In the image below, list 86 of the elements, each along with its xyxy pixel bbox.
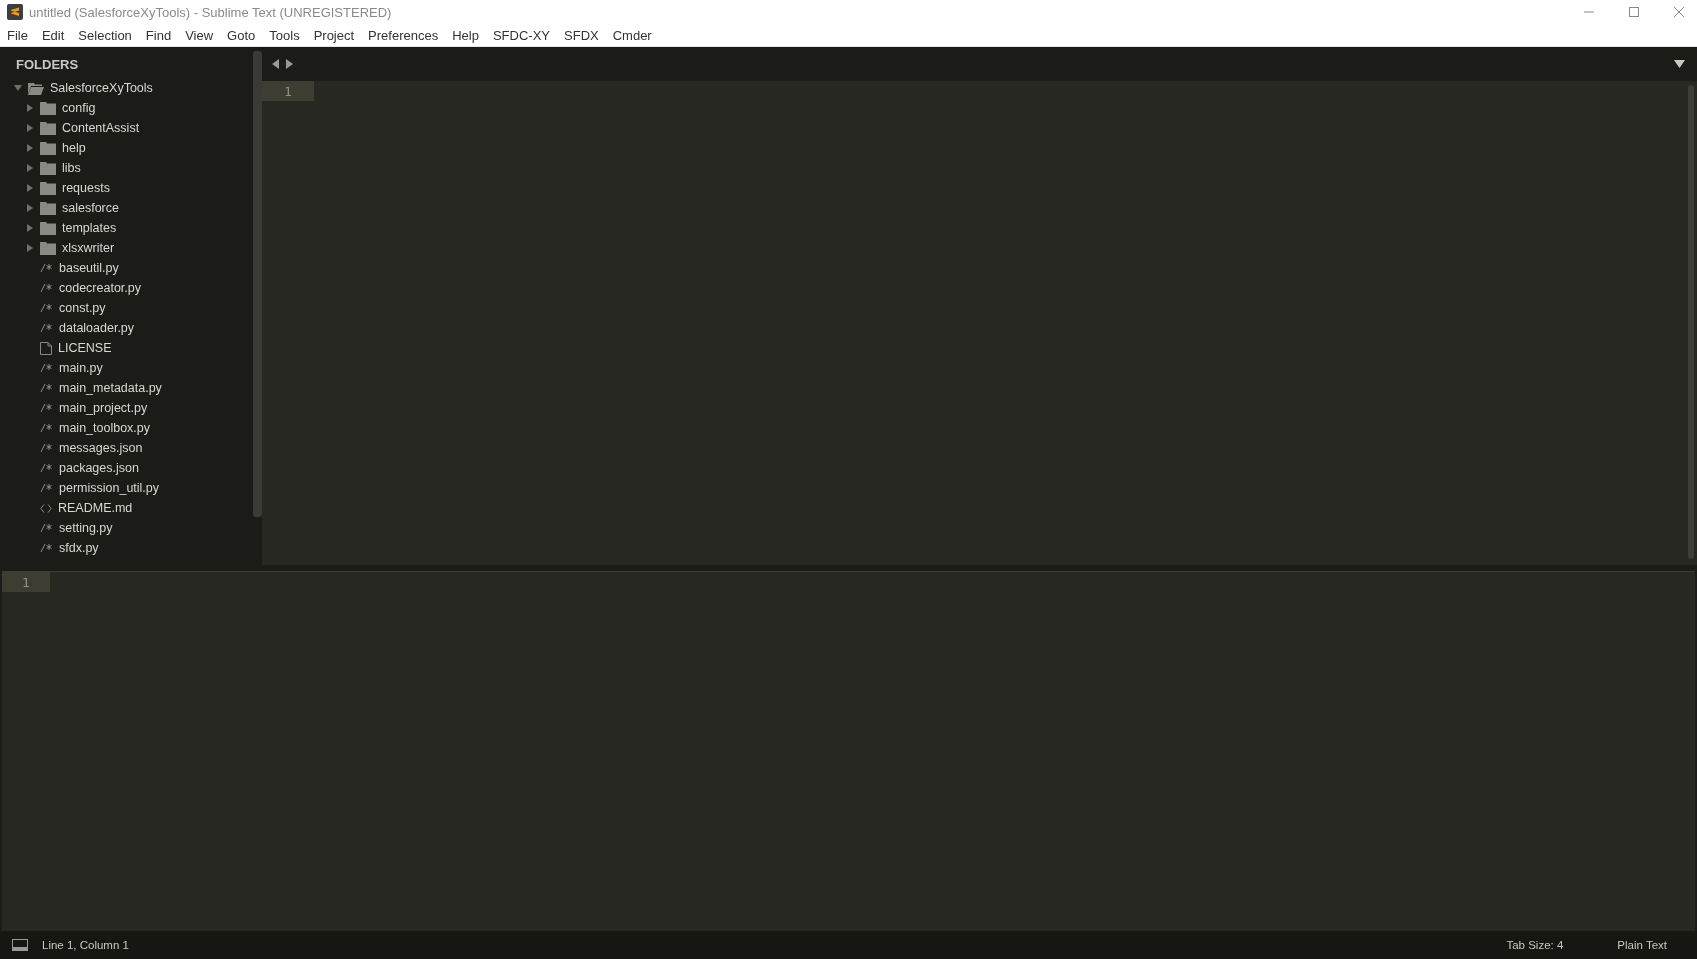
comment-icon [40, 463, 53, 473]
folder-label[interactable]: xlsxwriter [62, 241, 115, 255]
file-label[interactable]: main_metadata.py [59, 381, 162, 395]
folder-label[interactable]: config [62, 101, 96, 115]
file-label[interactable]: setting.py [59, 521, 113, 535]
menu-item[interactable]: File [7, 27, 28, 43]
folder-label[interactable]: templates [62, 221, 117, 235]
comment-icon [40, 443, 53, 453]
comment-icon [40, 543, 53, 553]
comment-icon [40, 483, 53, 493]
comment-icon [40, 423, 53, 433]
folder-label[interactable]: salesforce [62, 201, 119, 215]
scrollbar-thumb[interactable] [253, 51, 262, 517]
expand-arrow-icon[interactable] [26, 224, 34, 232]
file-label[interactable]: messages.json [59, 441, 143, 455]
comment-icon [40, 383, 53, 393]
menu-item[interactable]: Goto [227, 27, 256, 43]
comment-icon [40, 303, 53, 313]
file-label[interactable]: LICENSE [58, 341, 112, 355]
file-label[interactable]: README.md [58, 501, 133, 515]
file-label[interactable]: main_toolbox.py [59, 421, 151, 435]
collapse-arrow-icon[interactable] [14, 84, 22, 92]
comment-icon [40, 403, 53, 413]
expand-arrow-icon[interactable] [26, 144, 34, 152]
comment-icon [40, 323, 53, 333]
syntax-indicator[interactable]: Plain Text [1617, 939, 1667, 951]
menu-item[interactable]: Project [313, 27, 355, 43]
comment-icon [40, 523, 53, 533]
folder-icon [40, 221, 56, 235]
file-label[interactable]: packages.json [59, 461, 139, 475]
expand-arrow-icon[interactable] [26, 184, 34, 192]
file-label[interactable]: permission_util.py [59, 481, 160, 495]
folder-label[interactable]: ContentAssist [62, 121, 140, 135]
menu-item[interactable]: Edit [41, 27, 65, 43]
expand-arrow-icon[interactable] [26, 164, 34, 172]
expand-arrow-icon[interactable] [26, 124, 34, 132]
file-label[interactable]: main.py [59, 361, 103, 375]
comment-icon [40, 283, 53, 293]
previous-tab-icon[interactable] [272, 59, 280, 69]
tab-size-indicator[interactable]: Tab Size: 4 [1506, 939, 1564, 951]
close-icon[interactable] [1673, 6, 1685, 18]
folder-icon [40, 201, 56, 215]
file-label[interactable]: baseutil.py [59, 261, 119, 275]
folder-icon [28, 81, 44, 95]
code-brackets-icon [40, 503, 52, 513]
panel-toggle-icon[interactable] [12, 939, 28, 951]
menu-item[interactable]: SFDC-XY [492, 27, 550, 43]
folder-icon [40, 121, 56, 135]
file-label[interactable]: sfdx.py [59, 541, 99, 555]
app-icon [7, 4, 23, 20]
folder-label[interactable]: libs [62, 161, 81, 175]
folder-icon [40, 101, 56, 115]
comment-icon [40, 363, 53, 373]
comment-icon [40, 263, 53, 273]
menu-item[interactable]: Cmder [612, 27, 652, 43]
line-number: 1 [262, 81, 314, 101]
maximize-icon[interactable] [1628, 6, 1640, 18]
folder-icon [40, 241, 56, 255]
scrollbar-thumb[interactable] [1688, 85, 1694, 559]
file-label[interactable]: const.py [59, 301, 106, 315]
folder-icon [40, 141, 56, 155]
document-icon [40, 341, 52, 355]
folder-icon [40, 181, 56, 195]
folder-label[interactable]: SalesforceXyTools [50, 81, 153, 95]
folder-label[interactable]: requests [62, 181, 110, 195]
expand-arrow-icon[interactable] [26, 244, 34, 252]
line-number: 1 [2, 572, 50, 592]
file-label[interactable]: codecreator.py [59, 281, 141, 295]
window-title: untitled (SalesforceXyTools) - Sublime Text (UNREGISTERED) [29, 4, 392, 20]
menu-item[interactable]: Selection [78, 27, 132, 43]
menu-item[interactable]: View [185, 27, 214, 43]
menu-item[interactable]: Preferences [368, 27, 439, 43]
file-label[interactable]: dataloader.py [59, 321, 135, 335]
folder-icon [40, 161, 56, 175]
sidebar-heading: FOLDERS [15, 57, 80, 74]
expand-arrow-icon[interactable] [26, 104, 34, 112]
expand-arrow-icon[interactable] [26, 204, 34, 212]
menu-item[interactable]: SFDX [564, 27, 599, 43]
dropdown-icon[interactable] [1674, 60, 1685, 68]
menu-item[interactable]: Tools [269, 27, 300, 43]
menu-item[interactable]: Find [145, 27, 172, 43]
file-label[interactable]: main_project.py [59, 401, 148, 415]
menu-item[interactable]: Help [452, 27, 479, 43]
folder-label[interactable]: help [62, 141, 86, 155]
cursor-position: Line 1, Column 1 [42, 939, 129, 951]
next-tab-icon[interactable] [285, 59, 293, 69]
